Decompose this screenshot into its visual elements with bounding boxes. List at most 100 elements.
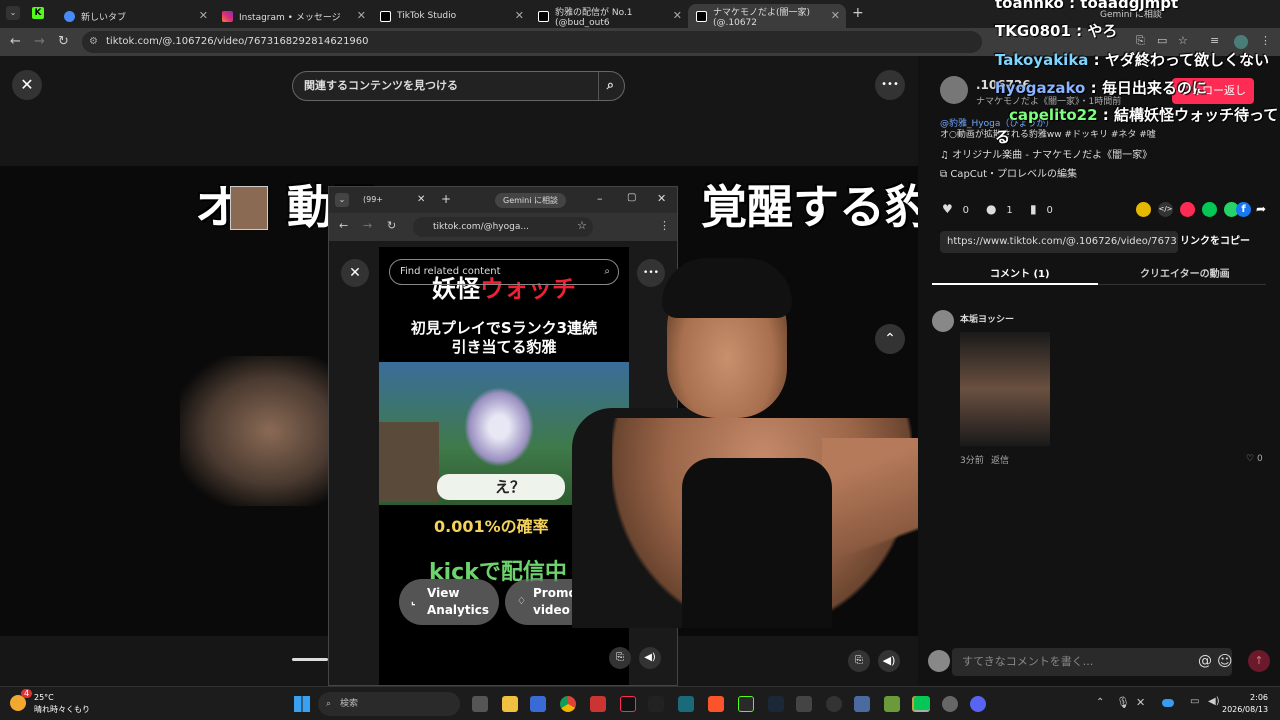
tab-dropdown-icon[interactable]: ⌄ [335,193,349,207]
repost-icon[interactable] [1180,202,1195,217]
close-tab-icon[interactable]: ✕ [673,9,682,22]
copy-link-button[interactable]: リンクをコピー [1180,231,1250,253]
speaker-icon[interactable]: ◀) [1208,696,1220,707]
close-tab-icon[interactable]: ✕ [831,9,840,22]
clock-time[interactable]: 2:06 [1228,693,1268,702]
url-field[interactable]: ⚙ tiktok.com/@.106726/video/767316829281… [82,31,982,53]
inner-close-button[interactable]: ✕ [341,259,369,287]
search-icon[interactable]: ⌕ [597,72,614,100]
volume-icon[interactable]: ◀) [878,650,900,672]
creator-avatar[interactable] [940,76,968,104]
display-icon[interactable]: ▭ [1190,696,1199,707]
comment-video-thumbnail[interactable] [960,332,1050,446]
mention-icon[interactable]: @ [1198,653,1212,669]
app-icon[interactable] [854,696,870,712]
pip-icon[interactable]: ⎘ [848,650,870,672]
share-url-field[interactable]: https://www.tiktok.com/@.106726/video/76… [940,231,1178,253]
settings-icon[interactable] [942,696,958,712]
minimize-icon[interactable]: – [597,192,603,205]
reload-icon[interactable]: ↻ [387,219,396,232]
search-icon[interactable]: ⌕ [604,260,610,284]
commenter-avatar[interactable] [932,310,954,332]
active-tab-underline [932,283,1098,285]
windows-start-icon[interactable] [294,696,310,712]
tab-comments[interactable]: コメント (1) [990,265,1050,280]
comment-like[interactable]: ♡ 0 [1246,454,1263,464]
app-icon[interactable] [648,696,664,712]
tray-app-icon[interactable]: ✕ [1136,696,1145,709]
tab-instagram[interactable]: Instagram • メッセージ ✕ [214,4,372,28]
chrome-icon[interactable] [560,696,576,712]
tab-tiktok-bud[interactable]: 豹雅の配信が No.1 (@bud_out6 ✕ [530,4,688,28]
emoji-icon[interactable]: ☺ [1217,652,1233,670]
tab-new-tab[interactable]: 新しいタブ ✕ [56,4,214,28]
close-tab-icon[interactable]: ✕ [199,9,208,22]
minecraft-icon[interactable] [884,696,900,712]
chat-user: TKG0801 [995,22,1071,40]
tab-tiktok-studio[interactable]: TikTok Studio ✕ [372,4,530,28]
forward-icon[interactable]: → [34,34,45,49]
kick-tab[interactable]: K [32,7,44,19]
app-icon[interactable] [970,696,986,712]
streamer-hair [662,258,792,318]
close-video-button[interactable]: ✕ [12,70,42,100]
app-icon[interactable] [826,696,842,712]
tray-chevron-icon[interactable]: ⌃ [1096,697,1104,708]
comment-input[interactable]: すてきなコメントを書く... [952,648,1232,676]
comment-button[interactable]: ● 1 [986,202,1013,216]
task-view-icon[interactable] [472,696,488,712]
file-explorer-icon[interactable] [502,696,518,712]
back-icon[interactable]: ← [339,219,348,232]
app-icon[interactable] [530,696,546,712]
back-icon[interactable]: ← [10,34,21,49]
app-icon[interactable] [796,696,812,712]
reload-icon[interactable]: ↻ [58,34,69,49]
tab-list-dropdown-icon[interactable]: ⌄ [6,6,20,20]
close-window-icon[interactable]: ✕ [657,192,666,205]
onedrive-icon[interactable] [1162,699,1174,707]
inner-tab-count[interactable]: (99+ [363,195,383,204]
taskbar-search[interactable]: ⌕ 検索 [318,692,460,716]
like-button[interactable]: ♥ 0 [942,202,969,216]
save-button[interactable]: ▮ 0 [1030,202,1053,216]
brave-icon[interactable] [708,696,724,712]
site-info-icon[interactable]: ⚙ [89,31,98,53]
mic-icon[interactable]: 🎙 [1116,696,1130,709]
app-icon[interactable] [678,696,694,712]
close-tab-icon[interactable]: ✕ [357,9,366,22]
send-comment-button[interactable]: ↑ [1248,650,1270,672]
bookmark-star-icon[interactable]: ☆ [577,219,587,232]
more-options-button[interactable]: ••• [875,70,905,100]
tab-creator-videos[interactable]: クリエイターの動画 [1140,265,1230,280]
new-tab-button[interactable]: + [852,5,864,21]
tiktok-icon[interactable] [620,696,636,712]
close-tab-icon[interactable]: ✕ [515,9,524,22]
related-content-search-input[interactable]: 関連するコンテンツを見つける ⌕ [292,71,625,101]
new-tab-button[interactable]: + [441,192,451,206]
inner-search-input[interactable]: Find related content ⌕ [389,259,619,285]
steam-icon[interactable] [768,696,784,712]
line-icon[interactable] [914,696,930,712]
reply-button[interactable]: 返信 [991,453,1009,466]
commenter-name[interactable]: 本垢ヨッシー [960,312,1014,325]
tab-tiktok-active[interactable]: ナマケモノだよ(闇一家) (@.10672 ✕ [688,4,846,28]
clock-date[interactable]: 2026/08/13 [1222,705,1268,714]
progress-bar[interactable] [292,658,328,661]
inner-url-field[interactable]: tiktok.com/@hyoga... [413,217,593,237]
facebook-icon[interactable]: f [1236,202,1251,217]
capcut-row[interactable]: ⧉ CapCut・プロレベルの編集 [940,165,1077,180]
coin-icon[interactable] [1136,202,1151,217]
menu-kebab-icon[interactable]: ⋮ [659,219,670,232]
app-icon[interactable] [590,696,606,712]
gemini-button[interactable]: Gemini に相談 [495,193,566,208]
close-tab-icon[interactable]: ✕ [417,194,425,205]
volume-icon[interactable]: ◀) [639,647,661,669]
maximize-icon[interactable]: ▢ [627,192,636,203]
embed-icon[interactable]: </> [1158,202,1173,217]
obs-icon[interactable] [738,696,754,712]
line-share-icon[interactable] [1202,202,1217,217]
view-analytics-button[interactable]: ⌞ View Analytics [399,579,499,625]
pip-icon[interactable]: ⎘ [609,647,631,669]
forward-icon[interactable]: → [363,219,372,232]
share-arrow-icon[interactable]: ➦ [1256,202,1266,216]
